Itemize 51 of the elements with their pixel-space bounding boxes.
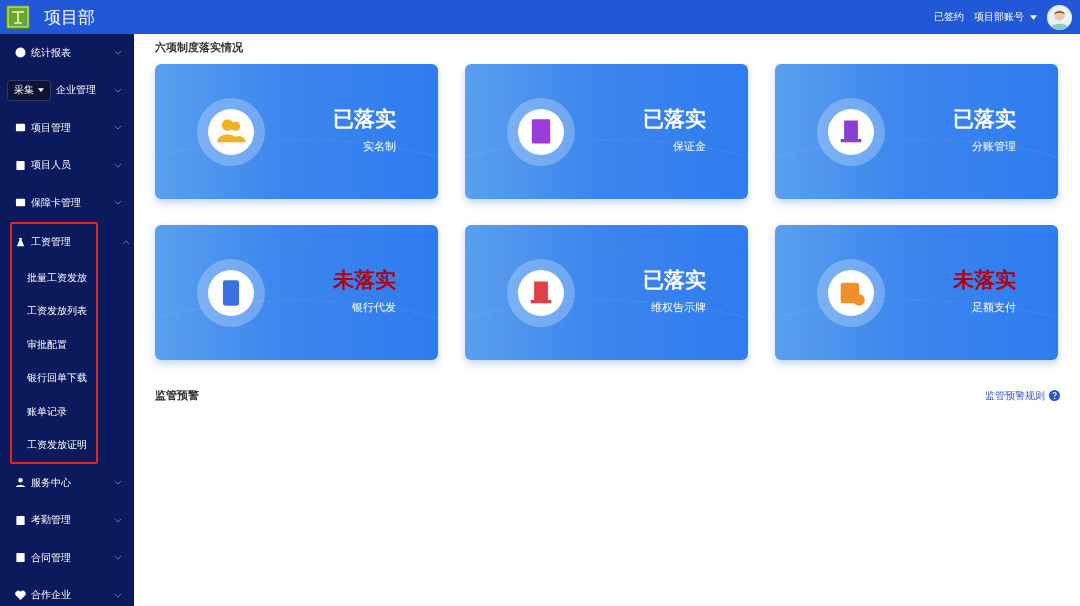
- submenu-item[interactable]: 批量工资发放: [27, 270, 87, 285]
- section-title: 监管预警: [155, 388, 200, 403]
- menu-icon: [15, 47, 26, 59]
- phone-icon: [208, 269, 254, 316]
- caret-icon[interactable]: [1030, 14, 1037, 20]
- menu-icon: [15, 197, 26, 209]
- menu-icon: [15, 477, 26, 489]
- status-text: 已落实: [333, 106, 396, 133]
- menu-icon: [15, 159, 26, 171]
- card-label: 保证金: [673, 139, 706, 154]
- submenu-item[interactable]: 账单记录: [27, 404, 67, 419]
- caret-icon: [38, 88, 44, 93]
- sidebar-item[interactable]: 保障卡管理: [31, 195, 81, 210]
- sidebar-item[interactable]: 合作企业: [31, 588, 71, 603]
- card-label: 分账管理: [972, 139, 1016, 154]
- status-text: 未落实: [953, 267, 1016, 294]
- menu-icon: [15, 589, 26, 601]
- status-text: 未落实: [333, 267, 396, 294]
- help-icon[interactable]: [1049, 390, 1060, 401]
- submenu-item[interactable]: 审批配置: [27, 337, 67, 352]
- menu-icon: [15, 514, 26, 526]
- sidebar-item[interactable]: 工资管理: [31, 235, 71, 250]
- card-label: 银行代发: [352, 300, 396, 315]
- sidebar-item[interactable]: 统计报表: [31, 45, 71, 60]
- avatar-icon[interactable]: [1047, 4, 1072, 30]
- menu-icon: [15, 552, 26, 564]
- card-label: 维权告示牌: [651, 300, 706, 315]
- menu-icon: [15, 236, 26, 248]
- app-title: 项目部: [44, 5, 95, 29]
- submenu-item[interactable]: 工资发放证明: [27, 438, 87, 453]
- logo-icon: [6, 5, 30, 29]
- section-title: 六项制度落实情况: [155, 40, 244, 56]
- sidebar-item[interactable]: 项目管理: [31, 120, 71, 135]
- card-label: 实名制: [363, 139, 396, 154]
- submenu-item[interactable]: 银行回单下载: [27, 371, 87, 386]
- status-text: 已落实: [953, 106, 1016, 133]
- account-menu[interactable]: 项目部账号: [974, 10, 1024, 24]
- people-icon: [208, 108, 254, 155]
- sidebar-item[interactable]: 服务中心: [31, 475, 71, 490]
- signed-link[interactable]: 已签约: [934, 10, 964, 24]
- sidebar-item[interactable]: 企业管理: [56, 83, 96, 98]
- submenu-item[interactable]: 工资发放列表: [27, 304, 87, 319]
- card-label: 足额支付: [972, 300, 1016, 315]
- status-text: 已落实: [643, 267, 706, 294]
- menu-icon: [15, 122, 26, 134]
- rules-link[interactable]: 监管预警规则: [985, 388, 1045, 403]
- dropdown-popover[interactable]: 采集: [7, 79, 51, 101]
- status-text: 已落实: [643, 106, 706, 133]
- sidebar-item[interactable]: 项目人员: [31, 158, 71, 173]
- sidebar-item[interactable]: 合同管理: [31, 550, 71, 565]
- sidebar-item[interactable]: 考勤管理: [31, 513, 71, 528]
